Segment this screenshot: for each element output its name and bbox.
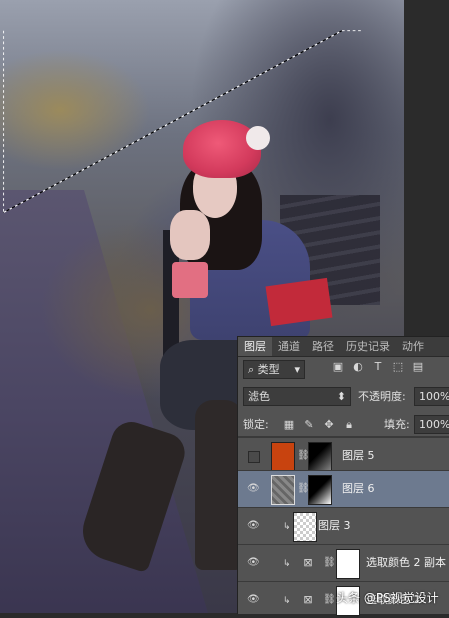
link-icon[interactable]: ⛓ bbox=[323, 557, 336, 568]
lock-label: 锁定: bbox=[243, 418, 269, 431]
layer-mask-thumbnail[interactable] bbox=[336, 549, 360, 579]
selective-color-icon: ⊠ bbox=[303, 556, 313, 569]
fill-input[interactable]: 100% bbox=[414, 415, 449, 434]
link-icon[interactable]: ⛓ bbox=[323, 594, 336, 605]
right-boot bbox=[195, 400, 243, 570]
adjustment-filter-icon[interactable]: ◐ bbox=[351, 360, 365, 374]
eye-icon[interactable]: 👁︎ bbox=[247, 520, 260, 532]
eye-icon[interactable]: 👁︎ bbox=[247, 594, 260, 606]
clipping-arrow-icon: ↳ bbox=[283, 596, 291, 606]
girl-hand bbox=[170, 210, 210, 260]
layer-mask-thumbnail[interactable] bbox=[308, 475, 332, 505]
red-belt bbox=[265, 277, 333, 327]
layer-row[interactable]: ⛓ 图层 5 bbox=[238, 437, 449, 474]
layer-row-selected[interactable]: 👁︎ ⛓ 图层 6 bbox=[238, 470, 449, 507]
brush-icon[interactable]: ✎ bbox=[302, 418, 316, 432]
smartobject-filter-icon[interactable]: ▤ bbox=[411, 360, 425, 374]
layer-name[interactable]: 图层 3 bbox=[318, 508, 351, 544]
layer-thumbnail bbox=[271, 442, 295, 472]
clipping-arrow-icon: ↳ bbox=[283, 559, 291, 569]
lock-pixels-icon[interactable]: ▦ bbox=[282, 418, 296, 432]
tab-history[interactable]: 历史记录 bbox=[340, 337, 396, 356]
panel-tabs: 图层 通道 路径 历史记录 动作 bbox=[238, 337, 449, 357]
blend-row: 滤色 ⬍ 不透明度: 100% bbox=[238, 386, 449, 408]
filter-kind-label: 类型 bbox=[257, 363, 280, 376]
layer-row[interactable]: 👁︎ ↳ 图层 3 bbox=[238, 507, 449, 544]
shape-filter-icon[interactable]: ⬚ bbox=[391, 360, 405, 374]
type-filter-icon[interactable]: T bbox=[371, 360, 385, 374]
tab-actions[interactable]: 动作 bbox=[396, 337, 430, 356]
clipping-arrow-icon: ↳ bbox=[283, 522, 291, 532]
chevron-updown-icon: ⬍ bbox=[336, 390, 346, 403]
layer-thumbnail bbox=[271, 475, 295, 505]
layer-mask-thumbnail[interactable] bbox=[308, 442, 332, 472]
eye-icon[interactable]: 👁︎ bbox=[247, 557, 260, 569]
tab-channels[interactable]: 通道 bbox=[272, 337, 306, 356]
lock-row: 锁定: ▦ ✎ ✥ 🔒︎ 填充: 100% bbox=[238, 414, 449, 437]
opacity-input[interactable]: 100% bbox=[414, 387, 449, 406]
watermark-text: 头条 @PS视觉设计 bbox=[336, 591, 439, 605]
tab-layers[interactable]: 图层 bbox=[238, 337, 272, 356]
move-icon[interactable]: ✥ bbox=[322, 418, 336, 432]
beret-pompom bbox=[246, 126, 270, 150]
eye-icon[interactable]: 👁︎ bbox=[247, 483, 260, 495]
chevron-down-icon: ▾ bbox=[294, 363, 300, 376]
search-icon: ⌕ bbox=[248, 363, 255, 376]
blend-mode-label: 滤色 bbox=[248, 390, 270, 403]
visibility-toggle[interactable] bbox=[248, 451, 260, 463]
fill-label: 填充: bbox=[384, 418, 410, 431]
layer-name[interactable]: 选取颜色 2 副本 bbox=[366, 545, 446, 581]
layer-thumbnail bbox=[293, 512, 317, 542]
layer-row[interactable]: 👁︎ ↳ ⊠ ⛓ 选取颜色 2 副本 bbox=[238, 544, 449, 581]
blend-mode-select[interactable]: 滤色 ⬍ bbox=[243, 387, 351, 406]
tab-paths[interactable]: 路径 bbox=[306, 337, 340, 356]
lock-all-icon[interactable]: 🔒︎ bbox=[342, 418, 356, 432]
opacity-label: 不透明度: bbox=[358, 390, 406, 403]
filter-row: ⌕ 类型 ▾ ▣ ◐ T ⬚ ▤ bbox=[238, 357, 449, 381]
layer-name[interactable]: 图层 6 bbox=[342, 471, 375, 507]
image-filter-icon[interactable]: ▣ bbox=[331, 360, 345, 374]
layer-name[interactable]: 图层 5 bbox=[342, 438, 375, 474]
selective-color-icon: ⊠ bbox=[303, 593, 313, 606]
layers-panel: 图层 通道 路径 历史记录 动作 ⌕ 类型 ▾ ▣ ◐ T ⬚ ▤ 滤色 ⬍ 不… bbox=[237, 336, 449, 616]
red-sleeve bbox=[172, 262, 208, 298]
filter-kind-select[interactable]: ⌕ 类型 ▾ bbox=[243, 360, 305, 379]
